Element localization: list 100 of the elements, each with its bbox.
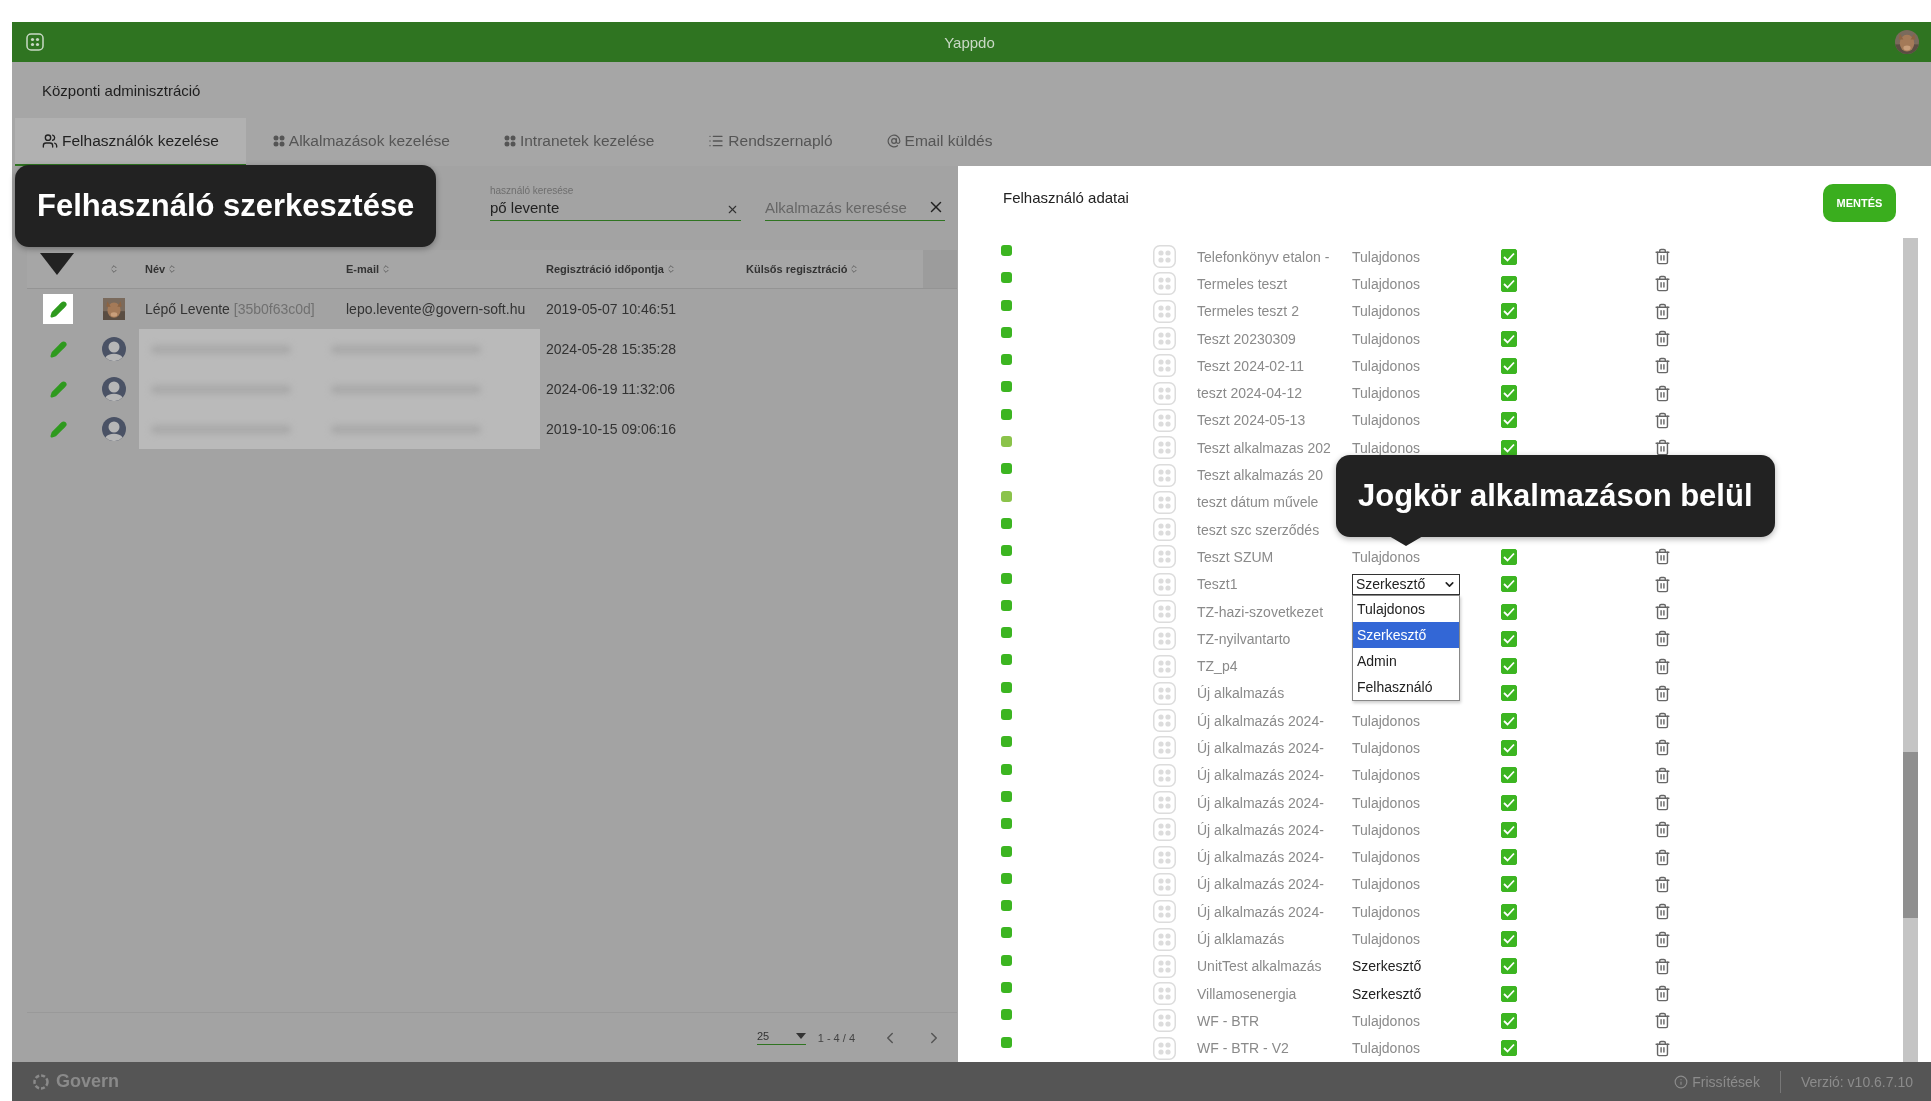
caret-icon[interactable] [795,1033,806,1039]
app-name: Új alkalmazás 2024- [1197,794,1325,811]
app-name: Villamosenergia [1197,985,1298,1002]
tab[interactable]: Alkalmazások kezelése [245,118,477,166]
trash-icon[interactable] [1654,439,1671,457]
app-icon [1153,681,1176,705]
checkbox[interactable] [1501,576,1517,593]
checkbox[interactable] [1501,548,1517,565]
app-icon [1153,572,1176,596]
checkbox[interactable] [1501,958,1517,975]
checkbox[interactable] [1501,821,1517,838]
info-icon[interactable] [1674,1074,1689,1089]
app-grid-icon[interactable] [26,33,44,51]
menu-option[interactable]: Tulajdonos [1353,595,1459,622]
app-icon [1153,518,1176,542]
checkbox[interactable] [1501,248,1517,265]
checkbox[interactable] [1501,985,1517,1002]
scrollbar[interactable] [1903,238,1918,1062]
role-text: Tulajdonos [1352,439,1420,456]
checkbox[interactable] [1501,603,1517,620]
role-select[interactable]: Szerkesztő [1352,573,1460,595]
checkbox[interactable] [1501,412,1517,429]
checkbox[interactable] [1501,685,1517,702]
checkbox[interactable] [1501,876,1517,893]
page-size-select[interactable]: 25 [757,1030,806,1045]
sort-icon[interactable] [109,264,119,274]
edit-button[interactable] [43,294,73,324]
menu-option[interactable]: Szerkesztő [1353,621,1459,648]
checkbox[interactable] [1501,303,1517,320]
checkbox[interactable] [1501,740,1517,756]
app-name: Teszt SZUM [1197,548,1275,565]
role-text: Szerkesztő [1352,958,1422,975]
date-cell-text: 2019-10-15 09:06:16 [545,421,677,437]
list-icon [708,133,725,149]
checkbox[interactable] [1501,275,1517,292]
column-header[interactable]: Név [145,263,166,275]
menu-option[interactable]: Felhasználó [1353,673,1459,700]
app-icon [1153,381,1176,405]
sort-icon[interactable] [381,264,391,274]
checkbox[interactable] [1501,712,1517,729]
checkbox[interactable] [1501,385,1517,402]
app-name: Termeles teszt [1197,275,1289,292]
checkbox[interactable] [1501,1040,1517,1057]
tab[interactable]: Felhasználók kezelése [15,118,246,166]
app-icon [1153,408,1176,432]
pencil-icon[interactable] [49,380,67,398]
role-text: Szerkesztő [1352,985,1422,1002]
app-search-field[interactable]: Alkalmazás keresése [765,199,915,216]
tab[interactable]: Email küldés [859,118,1020,166]
checkbox[interactable] [1501,767,1517,784]
app-icon [1153,654,1176,678]
tooltip: Jogkör alkalmazáson belül [1336,455,1775,537]
app-icon [1153,982,1176,1006]
menu-option[interactable]: Admin [1353,647,1459,674]
checkbox[interactable] [1501,931,1517,948]
sort-icon[interactable] [849,264,860,274]
pencil-icon[interactable] [49,340,67,358]
app-name: Teszt 2024-05-13 [1197,412,1307,429]
tab[interactable]: Intranetek kezelése [476,118,682,166]
role-text: Tulajdonos [1352,931,1420,948]
checkbox[interactable] [1501,330,1517,347]
checkbox[interactable] [1501,439,1517,456]
checkbox[interactable] [1501,1012,1517,1029]
app-name: teszt dátum művele [1197,494,1320,511]
role-text: Tulajdonos [1352,1040,1420,1057]
pencil-icon[interactable] [49,300,67,318]
app-name: Új alkalmazás 2024- [1197,712,1325,729]
role-text: Tulajdonos [1352,248,1420,265]
app-icon [1153,709,1176,733]
app-icon [1153,600,1176,623]
app-name: WF - BTR [1197,1012,1261,1029]
checkbox[interactable] [1501,630,1517,647]
app-icon [1153,872,1176,896]
checkbox[interactable] [1501,357,1517,374]
clear-button[interactable] [726,203,739,216]
column-header[interactable]: Külsős regisztráció [746,263,848,275]
save-button[interactable]: MENTÉS [1823,184,1896,222]
tab[interactable]: Rendszernapló [681,118,860,166]
app-name: Új alkalmazás 2024- [1197,767,1325,784]
date-cell-text: 2019-05-07 10:46:51 [545,301,677,317]
app-name: TZ-hazi-szovetkezet [1197,603,1325,620]
app-name: Termeles teszt 2 [1197,303,1300,320]
app-icon [1153,736,1176,760]
app-icon [1153,463,1176,487]
pencil-icon[interactable] [49,420,67,438]
tooltip: Felhasználó szerkesztése [15,165,437,247]
app-icon [1153,900,1176,924]
checkbox[interactable] [1501,903,1517,920]
checkbox[interactable] [1501,658,1517,675]
app-icon [1153,245,1176,269]
sort-icon[interactable] [665,264,676,274]
app-name: Új alklamazás [1197,931,1286,948]
checkbox[interactable] [1501,794,1517,811]
checkbox[interactable] [1501,849,1517,866]
sort-icon[interactable] [167,264,178,274]
role-text: Tulajdonos [1352,740,1420,756]
app-name: teszt 2024-04-12 [1197,385,1304,402]
column-header[interactable]: E-mail [346,263,379,275]
column-header[interactable]: Regisztráció időpontja [546,263,664,275]
role-text: Tulajdonos [1352,849,1420,866]
